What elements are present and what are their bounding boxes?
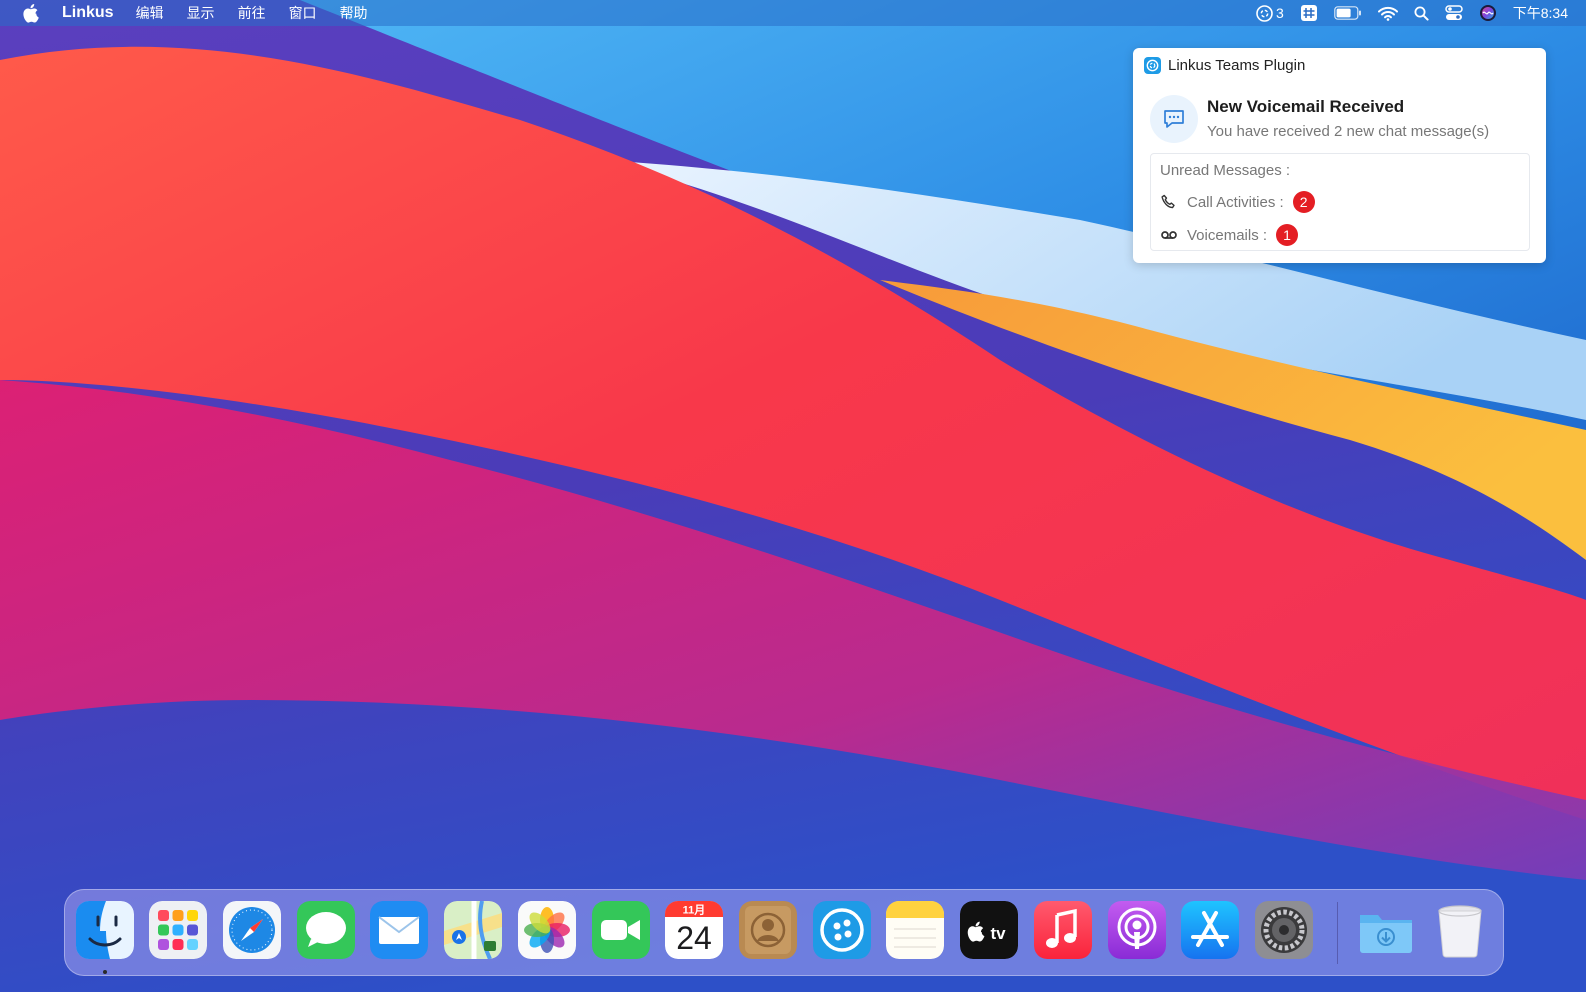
safari-icon — [223, 901, 281, 959]
app-store-icon — [1181, 901, 1239, 959]
dock-trash[interactable] — [1431, 901, 1489, 959]
notification-app-name: Linkus Teams Plugin — [1168, 56, 1306, 74]
linkus-logo-icon — [1144, 56, 1161, 74]
downloads-folder-icon — [1360, 915, 1412, 953]
photos-icon — [518, 901, 576, 959]
linkus-notification[interactable]: Linkus Teams Plugin New Voicemail Receiv… — [1133, 48, 1546, 263]
linkus-status-icon — [1256, 4, 1273, 22]
unread-messages-label: Unread Messages : — [1160, 162, 1291, 179]
app-menu-name[interactable]: Linkus — [62, 4, 114, 22]
dock-photos[interactable] — [518, 901, 576, 959]
dock: 11月 24 tv — [64, 889, 1504, 976]
notification-header: Linkus Teams Plugin — [1144, 56, 1305, 74]
podcasts-icon — [1108, 901, 1166, 959]
dock-system-preferences[interactable] — [1255, 901, 1313, 959]
maps-icon — [444, 901, 502, 959]
input-method-icon[interactable] — [1300, 4, 1318, 22]
dock-podcasts[interactable] — [1108, 901, 1166, 959]
voicemails-badge: 1 — [1276, 224, 1299, 246]
wifi-icon[interactable] — [1377, 6, 1398, 21]
dock-calendar[interactable]: 11月 24 — [665, 901, 723, 959]
phone-icon — [1160, 193, 1178, 211]
dock-downloads-folder[interactable] — [1357, 901, 1415, 959]
menu-window[interactable]: 窗口 — [289, 3, 317, 23]
dock-maps[interactable] — [444, 901, 502, 959]
menu-bar: Linkus 编辑 显示 前往 窗口 帮助 3 下午8:34 — [0, 0, 1586, 26]
unread-messages-panel: Unread Messages : Call Activities : 2 Vo… — [1150, 153, 1530, 251]
finder-running-indicator — [103, 970, 107, 974]
call-activities-label: Call Activities : — [1187, 193, 1284, 211]
finder-icon — [76, 901, 134, 959]
dock-music[interactable] — [1034, 901, 1092, 959]
linkus-app-icon — [813, 901, 871, 959]
facetime-icon — [592, 901, 650, 959]
contacts-icon — [739, 901, 797, 959]
chat-bubble-icon — [1150, 95, 1198, 143]
control-center-icon[interactable] — [1445, 5, 1463, 21]
call-activities-badge: 2 — [1292, 191, 1315, 213]
calendar-day: 24 — [676, 920, 712, 956]
menu-edit[interactable]: 编辑 — [136, 3, 164, 23]
notes-icon — [886, 901, 944, 959]
voicemails-row[interactable]: Voicemails : 1 — [1160, 224, 1299, 246]
music-icon — [1034, 901, 1092, 959]
calendar-icon: 11月 24 — [665, 901, 723, 959]
dock-messages[interactable] — [297, 901, 355, 959]
dock-notes[interactable] — [886, 901, 944, 959]
voicemail-icon — [1160, 226, 1178, 244]
dock-finder[interactable] — [76, 901, 134, 959]
linkus-status-item[interactable]: 3 — [1256, 4, 1284, 22]
apple-tv-icon: tv — [960, 901, 1018, 959]
status-menus: 3 下午8:34 — [1240, 0, 1568, 26]
dock-apple-tv[interactable]: tv — [960, 901, 1018, 959]
system-preferences-icon — [1255, 901, 1313, 959]
linkus-status-count: 3 — [1275, 5, 1284, 21]
siri-icon[interactable] — [1479, 4, 1497, 22]
launchpad-icon — [149, 901, 207, 959]
notification-title: New Voicemail Received — [1207, 97, 1405, 116]
menubar-clock[interactable]: 下午8:34 — [1513, 3, 1568, 23]
menu-help[interactable]: 帮助 — [340, 3, 368, 23]
notification-subtitle: You have received 2 new chat message(s) — [1207, 123, 1490, 140]
dock-safari[interactable] — [223, 901, 281, 959]
dock-separator — [1337, 902, 1338, 964]
battery-icon[interactable] — [1333, 6, 1362, 20]
voicemails-label: Voicemails : — [1187, 226, 1268, 244]
menu-view[interactable]: 显示 — [187, 3, 215, 23]
svg-text:tv: tv — [990, 924, 1006, 943]
mail-icon — [370, 901, 428, 959]
dock-app-store[interactable] — [1181, 901, 1239, 959]
dock-mail[interactable] — [370, 901, 428, 959]
menu-go[interactable]: 前往 — [238, 3, 266, 23]
dock-contacts[interactable] — [739, 901, 797, 959]
apple-menu-icon[interactable] — [22, 3, 42, 23]
trash-icon — [1438, 905, 1482, 958]
dock-launchpad[interactable] — [149, 901, 207, 959]
messages-icon — [297, 901, 355, 959]
dock-facetime[interactable] — [592, 901, 650, 959]
spotlight-search-icon[interactable] — [1414, 6, 1429, 21]
calendar-month: 11月 — [683, 904, 706, 917]
dock-linkus[interactable] — [813, 901, 871, 959]
call-activities-row[interactable]: Call Activities : 2 — [1160, 191, 1315, 213]
